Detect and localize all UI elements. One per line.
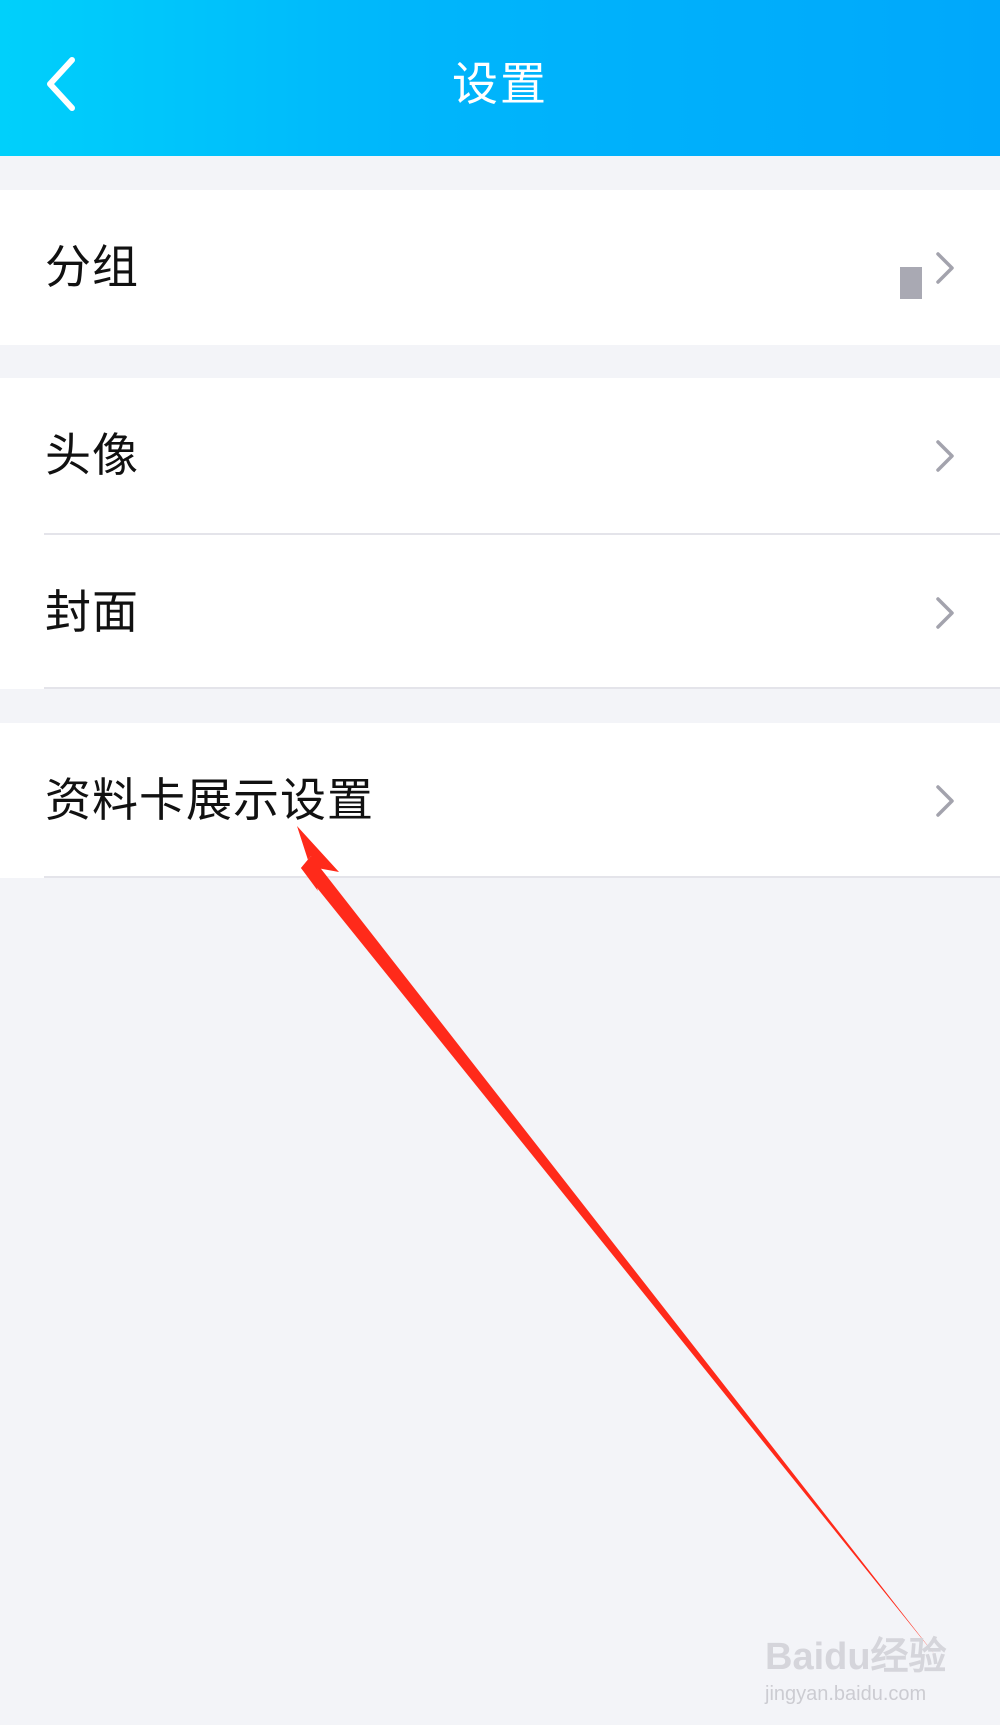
settings-group-3: 资料卡展示设置	[0, 723, 1000, 878]
row-label: 封面	[45, 585, 139, 639]
chevron-right-icon	[936, 597, 954, 629]
watermark-url: jingyan.baidu.com	[765, 1683, 927, 1705]
row-label: 资料卡展示设置	[45, 773, 374, 827]
row-label: 头像	[45, 428, 139, 482]
divider	[44, 687, 1000, 689]
chevron-right-icon	[936, 252, 954, 284]
settings-row-cover[interactable]: 封面	[0, 535, 1000, 690]
settings-row-profile-card-display[interactable]: 资料卡展示设置	[0, 723, 1000, 878]
divider	[44, 876, 1000, 878]
overlay-artifact	[900, 267, 922, 299]
settings-group-2: 头像 封面	[0, 378, 1000, 689]
chevron-right-icon	[936, 440, 954, 472]
settings-row-group[interactable]: 分组	[0, 190, 1000, 345]
settings-group-1: 分组	[0, 190, 1000, 345]
watermark-logo: Baidu经验	[765, 1636, 947, 1678]
row-label: 分组	[45, 240, 139, 294]
chevron-right-icon	[936, 785, 954, 817]
page-title: 设置	[452, 57, 548, 111]
watermark: Baidu经验 jingyan.baidu.com	[765, 1625, 965, 1715]
settings-row-avatar[interactable]: 头像	[0, 378, 1000, 533]
top-bar: 设置	[0, 0, 1000, 156]
